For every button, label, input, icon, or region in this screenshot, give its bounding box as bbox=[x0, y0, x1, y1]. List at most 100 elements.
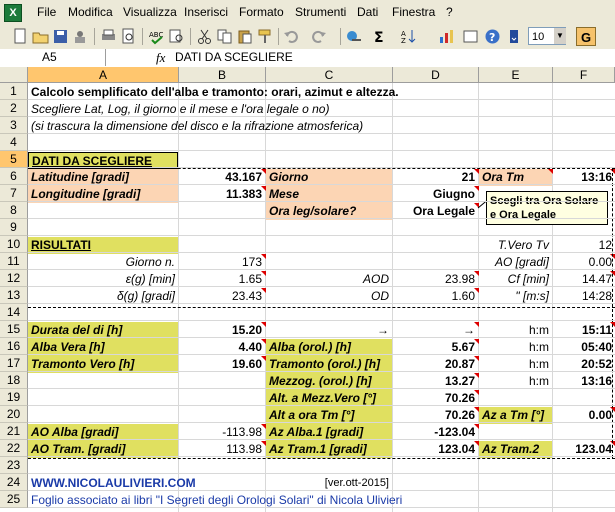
comment-indicator[interactable] bbox=[474, 373, 479, 378]
menu-file[interactable]: File bbox=[37, 5, 56, 19]
comment-indicator[interactable] bbox=[261, 339, 266, 344]
bold-button[interactable]: G bbox=[576, 27, 596, 46]
row-header-8[interactable]: 8 bbox=[0, 202, 28, 219]
comment-indicator[interactable] bbox=[261, 186, 266, 191]
row-header-5[interactable]: 5 bbox=[0, 151, 28, 168]
print-preview-icon[interactable] bbox=[120, 28, 137, 45]
comment-indicator[interactable] bbox=[548, 169, 553, 174]
comment-indicator[interactable] bbox=[261, 322, 266, 327]
row-header-4[interactable]: 4 bbox=[0, 134, 28, 151]
column-header-b[interactable]: B bbox=[179, 67, 266, 83]
comment-indicator[interactable] bbox=[474, 339, 479, 344]
research-icon[interactable] bbox=[168, 28, 185, 45]
comment-indicator[interactable] bbox=[261, 254, 266, 259]
gridline bbox=[28, 133, 615, 134]
toolbar-separator bbox=[278, 28, 279, 45]
column-header-c[interactable]: C bbox=[266, 67, 393, 83]
cut-icon[interactable] bbox=[196, 28, 213, 45]
comment-indicator[interactable] bbox=[261, 271, 266, 276]
copy-icon[interactable] bbox=[216, 28, 233, 45]
row-header-15[interactable]: 15 bbox=[0, 321, 28, 338]
row-header-12[interactable]: 12 bbox=[0, 270, 28, 287]
comment-indicator[interactable] bbox=[261, 356, 266, 361]
comment-indicator[interactable] bbox=[261, 169, 266, 174]
row-header-6[interactable]: 6 bbox=[0, 168, 28, 185]
comment-indicator[interactable] bbox=[474, 271, 479, 276]
gridline bbox=[28, 439, 615, 440]
format-painter-icon[interactable] bbox=[256, 28, 273, 45]
comment-indicator[interactable] bbox=[474, 424, 479, 429]
row-header-17[interactable]: 17 bbox=[0, 355, 28, 372]
chevron-down-icon[interactable]: ▼ bbox=[554, 28, 566, 44]
comment-indicator[interactable] bbox=[474, 186, 479, 191]
comment-indicator[interactable] bbox=[474, 441, 479, 446]
formula-input[interactable]: DATI DA SCEGLIERE bbox=[175, 50, 293, 64]
function-icon[interactable]: fx bbox=[156, 50, 165, 66]
gridline bbox=[28, 371, 615, 372]
name-box[interactable]: A5 bbox=[0, 49, 106, 66]
gridline bbox=[28, 337, 615, 338]
chart-wizard-icon[interactable] bbox=[438, 28, 455, 45]
row-header-2[interactable]: 2 bbox=[0, 100, 28, 117]
select-all-corner[interactable] bbox=[0, 67, 28, 83]
comment-indicator[interactable] bbox=[261, 424, 266, 429]
gridline bbox=[28, 422, 615, 423]
row-header-18[interactable]: 18 bbox=[0, 372, 28, 389]
comment-indicator[interactable] bbox=[474, 322, 479, 327]
menu-finestra[interactable]: Finestra bbox=[392, 5, 435, 19]
help-icon[interactable]: ? bbox=[484, 28, 501, 45]
menu-visualizza[interactable]: Visualizza bbox=[123, 5, 177, 19]
print-icon[interactable] bbox=[100, 28, 117, 45]
menu-inserisci[interactable]: Inserisci bbox=[184, 5, 228, 19]
row-header-13[interactable]: 13 bbox=[0, 287, 28, 304]
redo-icon[interactable] bbox=[310, 28, 327, 45]
menu-modifica[interactable]: Modifica bbox=[68, 5, 113, 19]
menu-dati[interactable]: Dati bbox=[357, 5, 378, 19]
column-header-d[interactable]: D bbox=[393, 67, 479, 83]
column-header-a[interactable]: A bbox=[28, 67, 179, 83]
menu-formato[interactable]: Formato bbox=[239, 5, 284, 19]
row-header-24[interactable]: 24 bbox=[0, 474, 28, 491]
paste-icon[interactable] bbox=[236, 28, 253, 45]
comment-indicator[interactable] bbox=[474, 356, 479, 361]
row-header-23[interactable]: 23 bbox=[0, 457, 28, 474]
row-header-19[interactable]: 19 bbox=[0, 389, 28, 406]
permission-icon[interactable] bbox=[72, 28, 89, 45]
row-header-20[interactable]: 20 bbox=[0, 406, 28, 423]
row-header-14[interactable]: 14 bbox=[0, 304, 28, 321]
row-header-16[interactable]: 16 bbox=[0, 338, 28, 355]
open-folder-icon[interactable] bbox=[32, 28, 49, 45]
comment-indicator[interactable] bbox=[261, 441, 266, 446]
column-header-e[interactable]: E bbox=[479, 67, 553, 83]
row-header-9[interactable]: 9 bbox=[0, 219, 28, 236]
autosum-icon[interactable]: Σ bbox=[372, 28, 389, 45]
toolbar-options-icon[interactable] bbox=[506, 28, 523, 45]
menu-strumenti[interactable]: Strumenti bbox=[295, 5, 346, 19]
zoom-100-icon[interactable] bbox=[462, 28, 479, 45]
spelling-icon[interactable]: ABC bbox=[148, 28, 165, 45]
insert-hyperlink-icon[interactable] bbox=[346, 28, 363, 45]
comment-indicator[interactable] bbox=[474, 288, 479, 293]
svg-text:?: ? bbox=[489, 31, 495, 44]
row-header-7[interactable]: 7 bbox=[0, 185, 28, 202]
menu-help[interactable]: ? bbox=[446, 5, 453, 19]
comment-indicator[interactable] bbox=[474, 169, 479, 174]
column-header-f[interactable]: F bbox=[553, 67, 615, 83]
row-header-21[interactable]: 21 bbox=[0, 423, 28, 440]
excel-app-icon[interactable]: X bbox=[4, 4, 22, 22]
gridline bbox=[28, 320, 615, 321]
new-document-icon[interactable] bbox=[12, 28, 29, 45]
page-break-line bbox=[28, 458, 615, 459]
comment-indicator[interactable] bbox=[474, 390, 479, 395]
undo-icon[interactable] bbox=[283, 28, 300, 45]
sort-ascending-icon[interactable]: AZ bbox=[400, 28, 417, 45]
comment-indicator[interactable] bbox=[474, 407, 479, 412]
row-header-11[interactable]: 11 bbox=[0, 253, 28, 270]
row-header-22[interactable]: 22 bbox=[0, 440, 28, 457]
row-header-25[interactable]: 25 bbox=[0, 491, 28, 508]
comment-indicator[interactable] bbox=[261, 288, 266, 293]
row-header-10[interactable]: 10 bbox=[0, 236, 28, 253]
row-header-3[interactable]: 3 bbox=[0, 117, 28, 134]
row-header-1[interactable]: 1 bbox=[0, 83, 28, 100]
save-icon[interactable] bbox=[52, 28, 69, 45]
